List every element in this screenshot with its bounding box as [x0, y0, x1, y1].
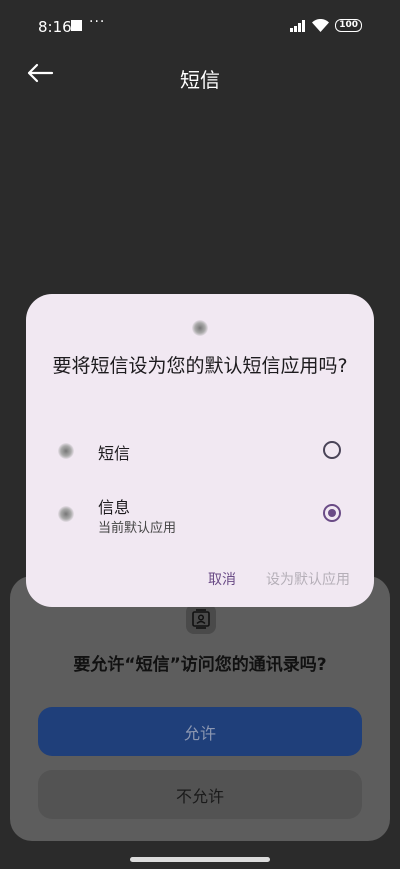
page-title: 短信: [180, 68, 220, 92]
app-bar: 短信: [0, 56, 400, 96]
allow-button[interactable]: 允许: [38, 707, 362, 756]
option-label: 信息: [98, 498, 131, 517]
status-bar: 8:16 ··· 100: [0, 0, 400, 52]
sms-app-icon: [58, 443, 74, 459]
wifi-icon: [312, 19, 330, 32]
contacts-icon: [186, 604, 216, 634]
set-default-button[interactable]: 设为默认应用: [266, 569, 350, 589]
app-icon-placeholder: [192, 320, 208, 336]
home-indicator[interactable]: [130, 857, 270, 862]
option-label: 短信: [98, 444, 131, 463]
status-time: 8:16: [38, 18, 72, 36]
notification-square-icon: [71, 20, 82, 31]
battery-icon: 100: [335, 19, 362, 32]
option-subtitle: 当前默认应用: [98, 521, 177, 536]
deny-button[interactable]: 不允许: [38, 770, 362, 819]
messages-app-icon: [58, 506, 74, 522]
cancel-button[interactable]: 取消: [208, 569, 236, 589]
dialog-title: 要将短信设为您的默认短信应用吗?: [52, 355, 348, 377]
option-messages[interactable]: 信息 当前默认应用: [26, 492, 374, 542]
option-sms[interactable]: 短信: [26, 434, 374, 484]
radio-selected-icon[interactable]: [323, 504, 341, 522]
default-sms-dialog: 要将短信设为您的默认短信应用吗? 短信 信息 当前默认应用 取消 设为默认应用: [26, 294, 374, 607]
signal-icon: [290, 19, 306, 32]
radio-unselected-icon[interactable]: [323, 441, 341, 459]
contacts-permission-sheet: 要允许“短信”访问您的通讯录吗? 允许 不允许: [10, 576, 390, 841]
permission-question: 要允许“短信”访问您的通讯录吗?: [73, 655, 327, 675]
more-notifications-icon: ···: [89, 14, 106, 30]
